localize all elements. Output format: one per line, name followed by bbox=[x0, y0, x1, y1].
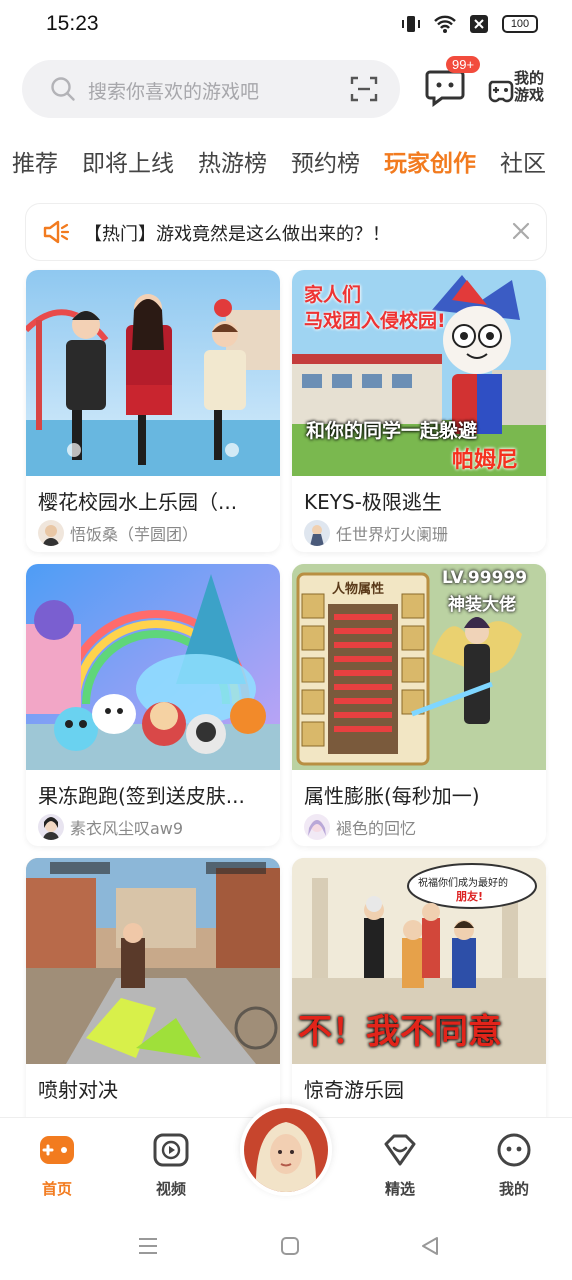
play-icon bbox=[153, 1133, 189, 1167]
center-avatar-button[interactable] bbox=[240, 1104, 332, 1196]
megaphone-icon bbox=[43, 220, 70, 244]
my-games-button[interactable]: 我的 游戏 bbox=[488, 70, 550, 112]
game-card[interactable]: LV.99999 神装大佬 人物属性 属性膨胀(每秒加一) 褪色的回忆 bbox=[292, 564, 546, 846]
game-card[interactable]: 祝福你们成为最好的 朋友! 不！我不同意 惊奇游乐园 bbox=[292, 858, 546, 1140]
tab-reservation[interactable]: 预约榜 bbox=[279, 144, 372, 178]
no-sim-icon bbox=[470, 15, 488, 33]
game-title: 果冻跑跑(签到送皮肤... bbox=[38, 784, 245, 808]
menu-icon[interactable] bbox=[136, 1234, 160, 1258]
avatar bbox=[38, 520, 64, 546]
scan-icon[interactable] bbox=[350, 75, 378, 103]
game-title: 喷射对决 bbox=[38, 1078, 118, 1102]
nav-label: 视频 bbox=[155, 1180, 186, 1198]
thumb-caption: 祝福你们成为最好的 bbox=[418, 878, 508, 889]
thumb-caption: 不！我不同意 bbox=[298, 1012, 502, 1052]
author-name: 任世界灯火阑珊 bbox=[336, 525, 449, 544]
game-title: 樱花校园水上乐园（... bbox=[38, 490, 238, 514]
game-thumbnail bbox=[26, 564, 280, 770]
thumb-caption: 人物属性 bbox=[332, 582, 385, 597]
system-navigation bbox=[0, 1212, 572, 1280]
game-thumbnail: 家人们 马戏团入侵校园! 和你的同学一起躲避 帕姆尼 bbox=[292, 270, 546, 476]
search-placeholder: 搜索你喜欢的游戏吧 bbox=[88, 81, 260, 103]
status-icons: 100 bbox=[400, 14, 538, 34]
author-name: 悟饭桑（芋圆团） bbox=[70, 525, 199, 544]
vibrate-icon bbox=[402, 16, 420, 32]
status-bar: 15:23 100 bbox=[0, 0, 572, 50]
thumb-caption: 神装大佬 bbox=[448, 595, 516, 615]
game-card[interactable]: 果冻跑跑(签到送皮肤... 素衣风尘叹aw9 bbox=[26, 564, 280, 846]
author: 悟饭桑（芋圆团） bbox=[38, 520, 198, 546]
game-thumbnail bbox=[26, 858, 280, 1064]
author: 任世界灯火阑珊 bbox=[304, 520, 448, 546]
back-icon[interactable] bbox=[418, 1234, 442, 1258]
my-games-label: 我的 游戏 bbox=[514, 69, 545, 104]
nav-label: 精选 bbox=[384, 1180, 415, 1198]
battery-icon: 100 bbox=[502, 15, 538, 33]
home-icon[interactable] bbox=[278, 1234, 302, 1258]
tab-community[interactable]: 社区 bbox=[488, 144, 558, 178]
notice-text: 【热门】游戏竟然是这么做出来的？！ bbox=[84, 224, 390, 245]
nav-label: 首页 bbox=[41, 1180, 72, 1198]
thumb-caption: LV.99999 bbox=[442, 568, 528, 588]
avatar bbox=[304, 520, 330, 546]
game-card[interactable]: 家人们 马戏团入侵校园! 和你的同学一起躲避 帕姆尼 KEYS-极限逃生 任世界… bbox=[292, 270, 546, 552]
tab-recommend[interactable]: 推荐 bbox=[0, 144, 70, 178]
nav-label: 我的 bbox=[498, 1180, 529, 1198]
avatar bbox=[244, 1108, 328, 1192]
notice-banner[interactable]: 【热门】游戏竟然是这么做出来的？！ bbox=[26, 204, 546, 260]
author: 褪色的回忆 bbox=[304, 814, 416, 840]
face-icon bbox=[497, 1133, 531, 1167]
avatar bbox=[38, 814, 64, 840]
search-input[interactable]: 搜索你喜欢的游戏吧 bbox=[22, 60, 400, 118]
thumb-caption: 朋友! bbox=[456, 890, 484, 903]
game-thumbnail: 祝福你们成为最好的 朋友! 不！我不同意 bbox=[292, 858, 546, 1064]
author-name: 素衣风尘叹aw9 bbox=[70, 819, 184, 838]
top-bar: 搜索你喜欢的游戏吧 99+ 我的 游戏 bbox=[0, 50, 572, 130]
tab-upcoming[interactable]: 即将上线 bbox=[70, 144, 186, 178]
author: 素衣风尘叹aw9 bbox=[38, 814, 183, 840]
status-time: 15:23 bbox=[46, 12, 99, 35]
tab-player-creations[interactable]: 玩家创作 bbox=[372, 144, 488, 198]
gamepad-icon bbox=[40, 1136, 74, 1164]
game-title: 惊奇游乐园 bbox=[304, 1078, 404, 1102]
nav-featured[interactable]: 精选 bbox=[365, 1132, 435, 1199]
message-badge: 99+ bbox=[446, 56, 481, 73]
game-thumbnail bbox=[26, 270, 280, 476]
game-title: 属性膨胀(每秒加一) bbox=[304, 784, 480, 808]
nav-home[interactable]: 首页 bbox=[22, 1132, 92, 1199]
thumb-caption: 马戏团入侵校园! bbox=[304, 310, 446, 332]
avatar bbox=[304, 814, 330, 840]
nav-video[interactable]: 视频 bbox=[136, 1132, 206, 1199]
game-card[interactable]: 喷射对决 bbox=[26, 858, 280, 1140]
heart-diamond-icon bbox=[384, 1134, 416, 1166]
close-icon[interactable] bbox=[510, 220, 532, 242]
nav-me[interactable]: 我的 bbox=[479, 1132, 549, 1199]
thumb-caption: 帕姆尼 bbox=[452, 448, 519, 473]
thumb-caption: 家人们 bbox=[304, 284, 362, 306]
thumb-caption: 和你的同学一起躲避 bbox=[306, 420, 478, 442]
category-tabs: 推荐 即将上线 热游榜 预约榜 玩家创作 社区 bbox=[0, 130, 572, 198]
game-title: KEYS-极限逃生 bbox=[304, 490, 442, 514]
author-name: 褪色的回忆 bbox=[336, 819, 417, 838]
game-thumbnail: LV.99999 神装大佬 人物属性 bbox=[292, 564, 546, 770]
search-icon bbox=[51, 77, 75, 101]
tab-hot[interactable]: 热游榜 bbox=[186, 144, 279, 178]
controller-icon bbox=[488, 80, 514, 103]
game-card[interactable]: 樱花校园水上乐园（... 悟饭桑（芋圆团） bbox=[26, 270, 280, 552]
wifi-icon bbox=[434, 15, 456, 33]
